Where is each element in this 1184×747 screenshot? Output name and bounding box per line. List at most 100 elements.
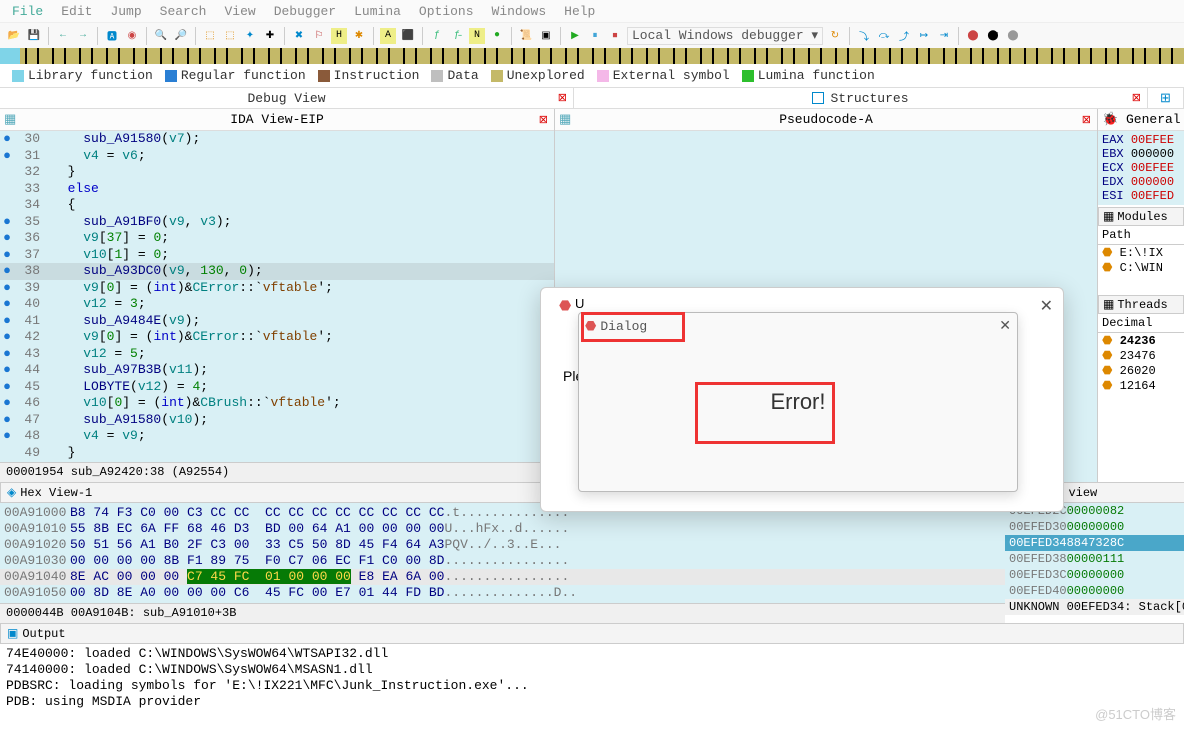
hex-row[interactable]: 00A91020 50 51 56 A1 B0 2F C3 00 33 C5 5… bbox=[0, 537, 1005, 553]
close-icon[interactable]: ✕ bbox=[1040, 296, 1053, 316]
code-line[interactable]: ●40 v12 = 3; bbox=[0, 296, 554, 313]
register-row[interactable]: EAX 00EFEE bbox=[1098, 133, 1184, 147]
stack-view-body[interactable]: 00EFED2C 0000008200EFED30 0000000000EFED… bbox=[1005, 503, 1184, 599]
cursor-icon[interactable]: ⇥ bbox=[936, 28, 952, 44]
code-line[interactable]: ●36 v9[37] = 0; bbox=[0, 230, 554, 247]
modules-list[interactable]: ⬣ E:\!IX⬣ C:\WIN bbox=[1098, 245, 1184, 275]
menu-file[interactable]: File bbox=[12, 4, 43, 18]
output-header[interactable]: ▣Output bbox=[0, 623, 1184, 644]
menu-view[interactable]: View bbox=[224, 4, 255, 18]
tab-structures[interactable]: Structures ⊠ bbox=[574, 88, 1148, 108]
view-icon[interactable]: ⬚ bbox=[202, 28, 218, 44]
hex-row[interactable]: 00A91040 8E AC 00 00 00 C7 45 FC 01 00 0… bbox=[0, 569, 1005, 585]
code-line[interactable]: 32 } bbox=[0, 164, 554, 181]
hex-row[interactable]: 00A91010 55 8B EC 6A FF 68 46 D3 BD 00 6… bbox=[0, 521, 1005, 537]
stack-row[interactable]: 00EFED34 8847328C bbox=[1005, 535, 1184, 551]
disasm-view[interactable]: ●30 sub_A91580(v7);●31 v4 = v6; 32 } 33 … bbox=[0, 131, 554, 462]
register-row[interactable]: ESI 00EFED bbox=[1098, 189, 1184, 203]
step-into-icon[interactable]: ⤵ bbox=[856, 28, 872, 44]
step-over-icon[interactable]: ⤼ bbox=[876, 28, 892, 44]
bp-off-icon[interactable]: ⬤ bbox=[1005, 28, 1021, 44]
xref-icon[interactable]: ✖ bbox=[291, 28, 307, 44]
code-line[interactable]: ●46 v10[0] = (int)&CBrush::`vftable'; bbox=[0, 395, 554, 412]
tab-debug-view[interactable]: Debug View ⊠ bbox=[0, 88, 574, 108]
menu-edit[interactable]: Edit bbox=[61, 4, 92, 18]
hex-row[interactable]: 00A91050 00 8D 8E A0 00 00 00 C6 45 FC 0… bbox=[0, 585, 1005, 601]
step-out-icon[interactable]: ⤴ bbox=[896, 28, 912, 44]
threads-header[interactable]: ▦Threads bbox=[1098, 295, 1184, 314]
open-icon[interactable]: 📂 bbox=[6, 28, 22, 44]
search-bin-icon[interactable]: 🔎 bbox=[173, 28, 189, 44]
code-line[interactable]: ●31 v4 = v6; bbox=[0, 148, 554, 165]
code-line[interactable]: ●30 sub_A91580(v7); bbox=[0, 131, 554, 148]
navigation-band[interactable] bbox=[0, 48, 1184, 64]
flag-icon[interactable]: ⚐ bbox=[311, 28, 327, 44]
code-line[interactable]: ●41 sub_A9484E(v9); bbox=[0, 313, 554, 330]
stack-row[interactable]: 00EFED3C 00000000 bbox=[1005, 567, 1184, 583]
fwd-icon[interactable]: → bbox=[75, 28, 91, 44]
view-icon[interactable]: ✚ bbox=[262, 28, 278, 44]
code-line[interactable]: 49 } bbox=[0, 445, 554, 462]
code-line[interactable]: 33 else bbox=[0, 181, 554, 198]
close-icon[interactable]: ⊠ bbox=[558, 91, 567, 105]
menu-options[interactable]: Options bbox=[419, 4, 474, 18]
pseudocode-header[interactable]: ▦ Pseudocode-A ⊠ bbox=[555, 109, 1097, 131]
code-line[interactable]: ●39 v9[0] = (int)&CError::`vftable'; bbox=[0, 280, 554, 297]
debugger-dropdown[interactable]: Local Windows debugger ▾ bbox=[627, 27, 823, 45]
stop-debug-icon[interactable]: ⏹ bbox=[607, 28, 623, 44]
ida-view-header[interactable]: ▦ IDA View-EIP ⊠ bbox=[0, 109, 554, 131]
close-icon[interactable]: ⊠ bbox=[539, 113, 548, 127]
stack-row[interactable]: 00EFED30 00000000 bbox=[1005, 519, 1184, 535]
menu-lumina[interactable]: Lumina bbox=[354, 4, 401, 18]
save-icon[interactable]: 💾 bbox=[26, 28, 42, 44]
refresh-icon[interactable]: ↻ bbox=[827, 28, 843, 44]
hex-icon[interactable]: H bbox=[331, 28, 347, 44]
code-line[interactable]: 34 { bbox=[0, 197, 554, 214]
run-icon[interactable]: ▶ bbox=[567, 28, 583, 44]
search-text-icon[interactable]: 🔍 bbox=[153, 28, 169, 44]
threads-list[interactable]: ⬣ 24236⬣ 23476⬣ 26020⬣ 12164 bbox=[1098, 333, 1184, 393]
module-row[interactable]: ⬣ E:\!IX bbox=[1098, 245, 1184, 260]
code-line[interactable]: ●37 v10[1] = 0; bbox=[0, 247, 554, 264]
menu-windows[interactable]: Windows bbox=[492, 4, 547, 18]
general-reg-header[interactable]: 🐞 General bbox=[1098, 109, 1184, 131]
menu-jump[interactable]: Jump bbox=[110, 4, 141, 18]
stack-row[interactable]: 00EFED38 00000111 bbox=[1005, 551, 1184, 567]
bp-list-icon[interactable]: ⬤̷ bbox=[985, 28, 1001, 44]
label-icon[interactable]: A bbox=[380, 28, 396, 44]
register-row[interactable]: EBX 000000 bbox=[1098, 147, 1184, 161]
script-icon[interactable]: 📜 bbox=[518, 28, 534, 44]
view-icon[interactable]: ⬚ bbox=[222, 28, 238, 44]
bp-icon[interactable]: ⬤ bbox=[965, 28, 981, 44]
code-line[interactable]: ●42 v9[0] = (int)&CError::`vftable'; bbox=[0, 329, 554, 346]
code-line[interactable]: ●47 sub_A91580(v10); bbox=[0, 412, 554, 429]
code-line[interactable]: ●38 sub_A93DC0(v9, 130, 0); bbox=[0, 263, 554, 280]
module-row[interactable]: ⬣ C:\WIN bbox=[1098, 260, 1184, 275]
menu-search[interactable]: Search bbox=[160, 4, 207, 18]
mark-icon[interactable]: ✱ bbox=[351, 28, 367, 44]
menu-help[interactable]: Help bbox=[564, 4, 595, 18]
shell-icon[interactable]: ▣ bbox=[538, 28, 554, 44]
tab-extra[interactable]: ⊞ bbox=[1148, 88, 1184, 108]
code-line[interactable]: ●44 sub_A97B3B(v11); bbox=[0, 362, 554, 379]
func-icon[interactable]: ƒ̵ bbox=[449, 28, 465, 44]
back-icon[interactable]: ← bbox=[55, 28, 71, 44]
hex-view-body[interactable]: 00A91000 B8 74 F3 C0 00 C3 CC CC CC CC C… bbox=[0, 503, 1005, 603]
tool-icon[interactable]: 🅰 bbox=[104, 28, 120, 44]
close-icon[interactable]: ✕ bbox=[999, 318, 1011, 335]
hex-row[interactable]: 00A91030 00 00 00 00 8B F1 89 75 F0 C7 0… bbox=[0, 553, 1005, 569]
output-body[interactable]: 74E40000: loaded C:\WINDOWS\SysWOW64\WTS… bbox=[0, 644, 1184, 712]
menu-debugger[interactable]: Debugger bbox=[274, 4, 336, 18]
thread-row[interactable]: ⬣ 26020 bbox=[1098, 363, 1184, 378]
view-icon[interactable]: ✦ bbox=[242, 28, 258, 44]
func-icon[interactable]: ƒ bbox=[429, 28, 445, 44]
modules-header[interactable]: ▦Modules bbox=[1098, 207, 1184, 226]
thread-row[interactable]: ⬣ 23476 bbox=[1098, 348, 1184, 363]
tool-icon[interactable]: ◉ bbox=[124, 28, 140, 44]
close-icon[interactable]: ⊠ bbox=[1132, 91, 1141, 105]
code-line[interactable]: ●35 sub_A91BF0(v9, v3); bbox=[0, 214, 554, 231]
pause-icon[interactable]: ⏸ bbox=[587, 28, 603, 44]
register-row[interactable]: EDX 000000 bbox=[1098, 175, 1184, 189]
thread-row[interactable]: ⬣ 12164 bbox=[1098, 378, 1184, 393]
run-to-icon[interactable]: ↦ bbox=[916, 28, 932, 44]
